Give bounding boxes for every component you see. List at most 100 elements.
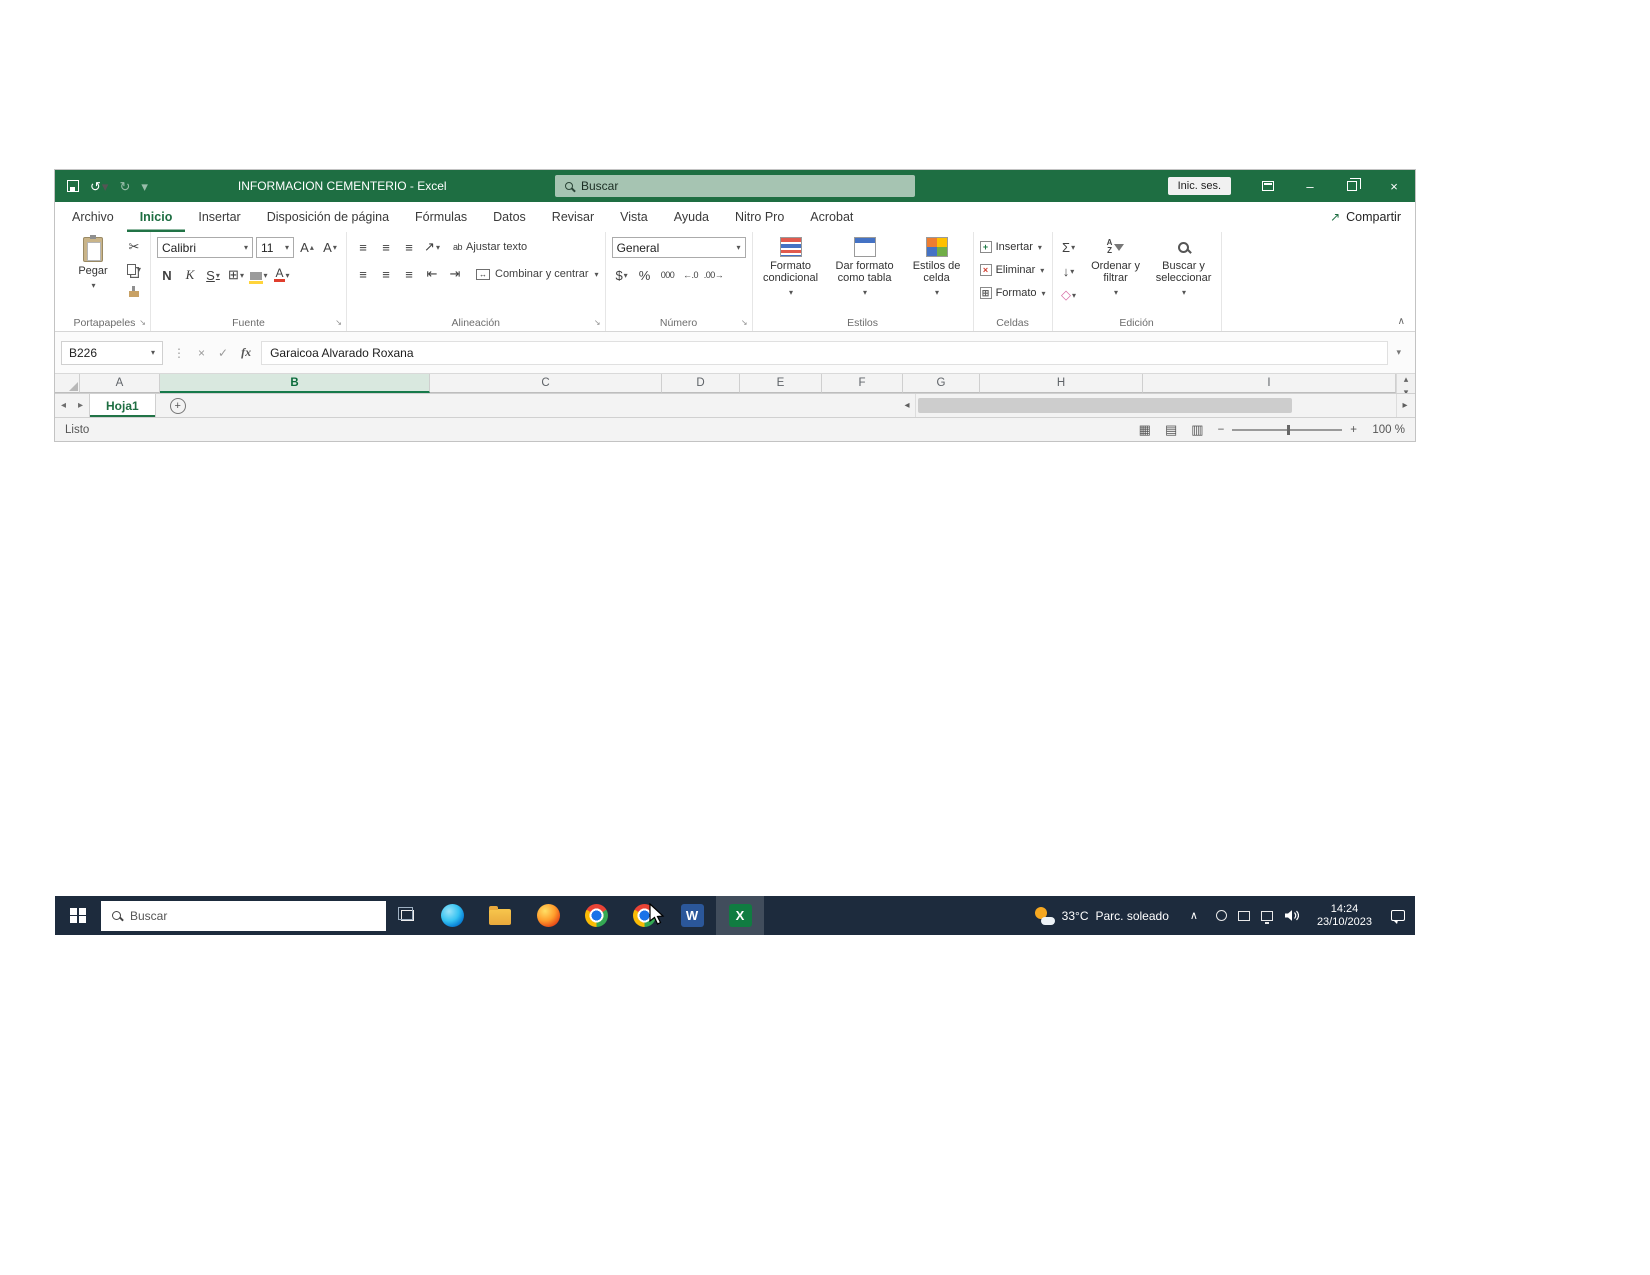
sheet-nav-right-icon[interactable]: ▸	[72, 394, 89, 417]
undo-button[interactable]: ↺▾	[90, 180, 108, 193]
grow-font-button[interactable]: A▴	[297, 238, 317, 258]
insert-cells-button[interactable]: +Insertar▾	[980, 237, 1046, 257]
delete-cells-button[interactable]: ×Eliminar▾	[980, 260, 1046, 280]
align-top-button[interactable]: ≡	[353, 237, 373, 257]
menu-tab-disposici-n-de-p-gina[interactable]: Disposición de página	[254, 202, 402, 232]
taskbar-clock[interactable]: 14:24 23/10/2023	[1308, 903, 1381, 929]
wrap-text-button[interactable]: abAjustar texto	[453, 237, 527, 257]
zoom-slider[interactable]	[1232, 429, 1342, 431]
accounting-format-button[interactable]: $▾	[612, 265, 632, 285]
column-header-d[interactable]: D	[662, 374, 740, 393]
view-page-layout-icon[interactable]: ▤	[1165, 422, 1177, 438]
format-painter-button[interactable]	[124, 281, 144, 301]
column-header-c[interactable]: C	[430, 374, 662, 393]
taskbar-weather[interactable]: 33°C Parc. soleado	[1023, 907, 1181, 925]
column-header-h[interactable]: H	[980, 374, 1143, 393]
decrease-decimal-button[interactable]: .00→	[704, 265, 724, 285]
menu-tab-archivo[interactable]: Archivo	[59, 202, 127, 232]
copy-button[interactable]: ▾	[124, 259, 144, 279]
paste-button[interactable]: Pegar ▾	[65, 237, 121, 292]
column-header-b[interactable]: B	[160, 374, 430, 393]
find-select-button[interactable]: Buscar y seleccionar▾	[1153, 237, 1215, 313]
column-header-g[interactable]: G	[903, 374, 980, 393]
sheet-tab-hoja1[interactable]: Hoja1	[89, 394, 156, 417]
horizontal-scrollbar-thumb[interactable]	[918, 398, 1292, 413]
titlebar-search[interactable]: Buscar	[555, 175, 915, 197]
taskbar-word-button[interactable]: W	[668, 896, 716, 935]
cut-button[interactable]: ✂	[124, 237, 144, 257]
column-header-e[interactable]: E	[740, 374, 822, 393]
sort-filter-button[interactable]: AZ Ordenar y filtrar▾	[1085, 237, 1147, 313]
qat-customize-button[interactable]: ▾	[141, 180, 148, 193]
volume-icon[interactable]	[1284, 909, 1299, 922]
shrink-font-button[interactable]: A▾	[320, 238, 340, 258]
bold-button[interactable]: N	[157, 265, 177, 285]
zoom-slider-thumb[interactable]	[1287, 425, 1290, 435]
new-sheet-button[interactable]: +	[170, 398, 186, 414]
view-normal-icon[interactable]: ▦	[1139, 422, 1151, 438]
redo-button[interactable]: ↻	[119, 180, 130, 193]
scroll-down-icon[interactable]: ▾	[1397, 387, 1415, 393]
share-button[interactable]: ↗ Compartir	[1330, 210, 1401, 224]
font-color-button[interactable]: A▾	[272, 265, 292, 285]
align-center-button[interactable]: ≡	[376, 264, 396, 284]
autosum-button[interactable]: Σ▾	[1059, 237, 1079, 257]
zoom-out-button[interactable]: −	[1218, 424, 1225, 436]
taskbar-edge-button[interactable]	[428, 896, 476, 935]
taskbar-firefox-button[interactable]	[524, 896, 572, 935]
taskbar-search[interactable]: Buscar	[101, 901, 386, 931]
comma-style-button[interactable]: 000	[658, 265, 678, 285]
collapse-ribbon-icon[interactable]: ∧	[1398, 316, 1405, 327]
dialog-launcher-icon[interactable]: ↘	[335, 318, 342, 327]
increase-decimal-button[interactable]: ←.0	[681, 265, 701, 285]
tray-expand-icon[interactable]: ∧	[1181, 909, 1207, 922]
start-button[interactable]	[55, 896, 101, 935]
restore-button[interactable]	[1331, 170, 1373, 202]
formula-input[interactable]: Garaicoa Alvarado Roxana	[261, 341, 1388, 365]
scroll-right-icon[interactable]: ▸	[1397, 400, 1413, 411]
number-format-select[interactable]: General▾	[612, 237, 746, 258]
column-header-a[interactable]: A	[80, 374, 160, 393]
format-as-table-button[interactable]: Dar formato como tabla▾	[831, 237, 899, 313]
name-box[interactable]: B226 ▾	[61, 341, 163, 365]
align-right-button[interactable]: ≡	[399, 264, 419, 284]
sheet-nav-left-icon[interactable]: ◂	[55, 394, 72, 417]
menu-tab-nitro-pro[interactable]: Nitro Pro	[722, 202, 797, 232]
ribbon-display-options-button[interactable]	[1247, 170, 1289, 202]
merge-center-button[interactable]: ↔Combinar y centrar▾	[476, 264, 599, 284]
align-middle-button[interactable]: ≡	[376, 237, 396, 257]
align-bottom-button[interactable]: ≡	[399, 237, 419, 257]
menu-tab-datos[interactable]: Datos	[480, 202, 539, 232]
fill-color-button[interactable]: ▾	[249, 265, 269, 285]
decrease-indent-button[interactable]: ⇤	[422, 264, 442, 284]
minimize-button[interactable]: –	[1289, 170, 1331, 202]
menu-tab-acrobat[interactable]: Acrobat	[797, 202, 866, 232]
italic-button[interactable]: K	[180, 265, 200, 285]
menu-tab-ayuda[interactable]: Ayuda	[661, 202, 722, 232]
menu-tab-inicio[interactable]: Inicio	[127, 202, 186, 232]
action-center-button[interactable]	[1381, 896, 1415, 935]
column-header-i[interactable]: I	[1143, 374, 1396, 393]
align-left-button[interactable]: ≡	[353, 264, 373, 284]
menu-tab-vista[interactable]: Vista	[607, 202, 661, 232]
borders-button[interactable]: ⊞▾	[226, 265, 246, 285]
expand-formula-bar-icon[interactable]: ▾	[1388, 347, 1409, 358]
taskbar-explorer-button[interactable]	[476, 896, 524, 935]
percent-style-button[interactable]: %	[635, 265, 655, 285]
conditional-formatting-button[interactable]: Formato condicional▾	[759, 237, 823, 313]
sign-in-button[interactable]: Inic. ses.	[1168, 177, 1231, 195]
tray-icon[interactable]	[1261, 911, 1273, 921]
formula-drag-handle[interactable]: ⋮	[173, 346, 185, 360]
cancel-entry-icon[interactable]: ×	[198, 346, 205, 360]
horizontal-scrollbar[interactable]: ◂ ▸	[899, 394, 1415, 417]
scroll-left-icon[interactable]: ◂	[899, 400, 915, 411]
tray-icon[interactable]	[1238, 911, 1250, 921]
clear-button[interactable]: ◇▾	[1059, 285, 1079, 305]
taskbar-excel-button[interactable]: X	[716, 896, 764, 935]
cell-styles-button[interactable]: Estilos de celda▾	[907, 237, 967, 313]
confirm-entry-icon[interactable]: ✓	[218, 346, 228, 360]
scroll-up-icon[interactable]: ▴	[1397, 374, 1415, 385]
taskbar-chrome-button[interactable]	[572, 896, 620, 935]
format-cells-button[interactable]: ⊞Formato▾	[980, 283, 1046, 303]
orientation-button[interactable]: ↗▾	[422, 237, 442, 257]
